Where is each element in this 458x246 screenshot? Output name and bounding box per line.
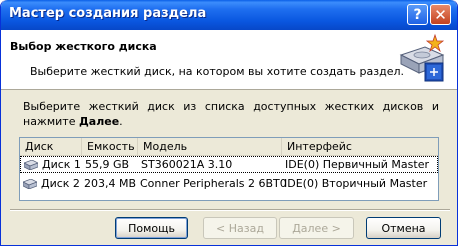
close-icon: ✕ xyxy=(434,5,447,24)
help-button[interactable]: Помощь xyxy=(115,217,188,239)
cell-disk: Диск 1 xyxy=(42,158,81,171)
page-title: Выбор жесткого диска xyxy=(10,40,157,53)
cell-disk: Диск 2 xyxy=(41,177,80,190)
cell-capacity: 203,4 MB xyxy=(84,177,137,190)
disk-list[interactable]: Диск Емкость Модель Интерфейс Диск 1 55,… xyxy=(19,137,439,201)
column-header-model[interactable]: Модель xyxy=(138,138,282,155)
window-title: Мастер создания раздела xyxy=(9,6,207,21)
cell-model: ST360021A 3.10 xyxy=(141,158,233,171)
back-button[interactable]: < Назад xyxy=(203,217,277,239)
disk-icon xyxy=(24,160,38,170)
title-close-button[interactable]: ✕ xyxy=(430,4,451,25)
cell-capacity: 55,9 GB xyxy=(85,158,130,171)
cell-model: Conner Peripherals 2 6BT0 xyxy=(140,177,287,190)
page-subtitle: Выберите жесткий диск, на котором вы хот… xyxy=(30,65,405,78)
cell-interface: IDE(0) Вторичный Master xyxy=(284,177,428,190)
wizard-window: Мастер создания раздела ? ✕ Выбор жестко… xyxy=(0,0,458,246)
title-help-button[interactable]: ? xyxy=(407,4,428,25)
question-icon: ? xyxy=(413,6,422,23)
title-bar[interactable]: Мастер создания раздела ? ✕ xyxy=(1,0,457,30)
wizard-header: Выбор жесткого диска Выберите жесткий ди… xyxy=(1,30,457,90)
table-row[interactable]: Диск 1 55,9 GB ST360021A 3.10 IDE(0) Пер… xyxy=(20,156,438,173)
cancel-button[interactable]: Отмена xyxy=(366,217,441,239)
disk-icon xyxy=(23,179,37,189)
column-header-disk[interactable]: Диск xyxy=(20,138,82,155)
instruction-text: Выберите жесткий диск из списка доступны… xyxy=(23,100,439,128)
table-row[interactable]: Диск 2 203,4 MB Conner Peripherals 2 6BT… xyxy=(20,176,438,193)
footer-divider xyxy=(10,209,450,211)
hard-drive-wizard-icon xyxy=(399,33,445,82)
cell-interface: IDE(0) Первичный Master xyxy=(285,158,429,171)
column-header-capacity[interactable]: Емкость xyxy=(82,138,138,155)
column-header-interface[interactable]: Интерфейс xyxy=(282,138,438,155)
list-header: Диск Емкость Модель Интерфейс xyxy=(20,138,438,156)
next-button[interactable]: Далее > xyxy=(279,217,354,239)
